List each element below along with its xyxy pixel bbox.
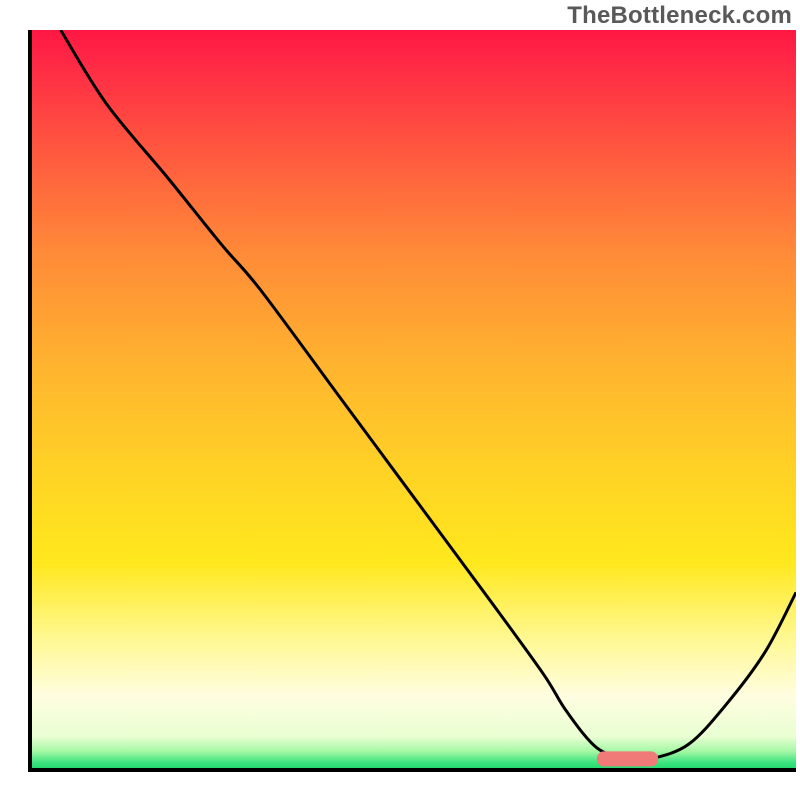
optimal-zone-marker: [597, 751, 658, 766]
chart-stage: TheBottleneck.com: [0, 0, 800, 800]
bottleneck-chart: [0, 0, 800, 800]
plot-background: [30, 30, 796, 770]
watermark-label: TheBottleneck.com: [567, 2, 792, 30]
